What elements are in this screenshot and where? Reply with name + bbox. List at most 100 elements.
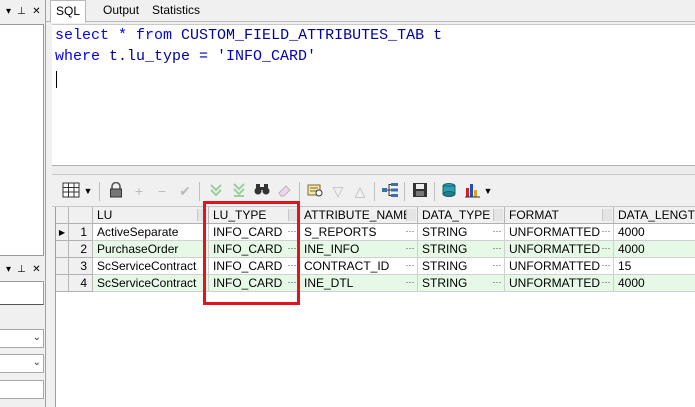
lock-icon[interactable] xyxy=(107,181,125,200)
cell-attribute-name[interactable]: INE_DTL ··· xyxy=(300,275,418,292)
ellipsis-button[interactable]: ··· xyxy=(491,258,503,274)
cell-value: S_REPORTS xyxy=(304,225,377,239)
ellipsis-button[interactable]: ··· xyxy=(491,224,503,240)
cell-data-length[interactable]: 4000 xyxy=(614,241,695,258)
cell-attribute-name[interactable]: CONTRACT_ID ··· xyxy=(300,258,418,275)
chevron-down-icon[interactable]: ▼ xyxy=(83,182,93,200)
ellipsis-button[interactable]: ··· xyxy=(404,224,416,240)
column-header-lu[interactable]: LU xyxy=(93,207,209,224)
pin-icon[interactable]: ⊥ xyxy=(15,263,28,276)
binoculars-icon[interactable] xyxy=(253,182,271,200)
tab-sql[interactable]: SQL xyxy=(50,0,87,23)
ellipsis-button[interactable]: ··· xyxy=(404,258,416,274)
qbe-icon[interactable] xyxy=(306,182,324,200)
chart-icon[interactable] xyxy=(464,182,482,200)
save-icon[interactable] xyxy=(411,182,429,200)
row-indicator xyxy=(56,241,69,258)
ellipsis-button[interactable]: ··· xyxy=(491,241,503,257)
filter-field[interactable] xyxy=(0,380,44,399)
cell-format[interactable]: UNFORMATTED ··· xyxy=(505,224,614,241)
keyword-from: from xyxy=(136,27,173,44)
cell-lu[interactable]: PurchaseOrder xyxy=(93,241,209,258)
cell-data-length[interactable]: 4000 xyxy=(614,275,695,292)
sql-editor[interactable]: select * from CUSTOM_FIELD_ATTRIBUTES_TA… xyxy=(52,24,695,165)
column-header-format[interactable]: FORMAT xyxy=(505,207,614,224)
column-header-attribute-name[interactable]: ATTRIBUTE_NAME xyxy=(300,207,418,224)
object-browser-panel[interactable] xyxy=(0,24,44,256)
toolbar-separator xyxy=(199,182,200,201)
highlight-box xyxy=(203,201,300,305)
tab-statistics[interactable]: Statistics xyxy=(147,0,205,22)
cell-attribute-name[interactable]: S_REPORTS ··· xyxy=(300,224,418,241)
triangle-up-icon[interactable]: △ xyxy=(351,182,369,200)
table-row[interactable]: ▶ 1 ActiveSeparate INFO_CARD ··· S_REPORT… xyxy=(56,224,695,241)
string-literal: 'INFO_CARD' xyxy=(217,48,317,65)
ellipsis-button[interactable]: ··· xyxy=(600,241,612,257)
cell-value: UNFORMATTED xyxy=(509,259,601,273)
editor-line-2: where t.lu_type = 'INFO_CARD' xyxy=(55,48,316,65)
cell-data-type[interactable]: STRING ··· xyxy=(418,224,505,241)
window-list-panel[interactable] xyxy=(0,281,44,305)
tree-icon[interactable] xyxy=(381,182,399,200)
filter-dropdown[interactable]: ⌄ xyxy=(0,329,44,348)
fetch-last-icon[interactable] xyxy=(230,182,248,200)
cell-lu[interactable]: ActiveSeparate xyxy=(93,224,209,241)
table-row[interactable]: 3 ScServiceContract INFO_CARD ··· CONTRAC… xyxy=(56,258,695,275)
column-header-label: DATA_LENGTH xyxy=(618,208,695,222)
splitter[interactable] xyxy=(52,165,695,175)
ellipsis-button[interactable]: ··· xyxy=(491,275,503,291)
row-number: 1 xyxy=(69,224,93,241)
cell-format[interactable]: UNFORMATTED ··· xyxy=(505,275,614,292)
toolbar-separator xyxy=(404,182,405,201)
cell-attribute-name[interactable]: INE_INFO ··· xyxy=(300,241,418,258)
cell-value: INE_INFO xyxy=(304,242,360,256)
column-header-data-length[interactable]: DATA_LENGTH xyxy=(614,207,695,224)
cell-lu[interactable]: ScServiceContract xyxy=(93,258,209,275)
pin-icon[interactable]: ⊥ xyxy=(15,5,28,18)
dropdown-icon[interactable]: ▾ xyxy=(2,5,15,18)
minus-icon[interactable]: − xyxy=(153,182,171,200)
sort-handle-icon[interactable] xyxy=(493,209,503,221)
cell-value: INE_DTL xyxy=(304,276,354,290)
cell-data-type[interactable]: STRING ··· xyxy=(418,275,505,292)
row-indicator xyxy=(56,275,69,292)
row-number: 3 xyxy=(69,258,93,275)
check-icon[interactable]: ✔ xyxy=(176,182,194,200)
sort-handle-icon[interactable] xyxy=(406,209,416,221)
current-row-indicator-icon: ▶ xyxy=(56,224,69,241)
result-grid: LU LU_TYPE ATTRIBUTE_NAME DATA_TYPE FORM… xyxy=(55,207,695,407)
close-icon[interactable]: ✕ xyxy=(30,263,43,276)
eraser-icon[interactable] xyxy=(276,182,294,200)
grid-icon[interactable] xyxy=(60,182,82,200)
export-icon[interactable] xyxy=(441,182,459,200)
ellipsis-button[interactable]: ··· xyxy=(404,241,416,257)
toolbar-separator xyxy=(99,182,100,201)
table-alias: t xyxy=(424,27,443,44)
column-header-data-type[interactable]: DATA_TYPE xyxy=(418,207,505,224)
close-icon[interactable]: ✕ xyxy=(30,5,43,18)
filter-dropdown[interactable]: ⌄ xyxy=(0,354,44,373)
row-number: 2 xyxy=(69,241,93,258)
cell-data-length[interactable]: 4000 xyxy=(614,224,695,241)
table-row[interactable]: 4 ScServiceContract INFO_CARD ··· INE_DTL… xyxy=(56,275,695,292)
plus-icon[interactable]: + xyxy=(130,182,148,200)
filter-icon[interactable]: ▽ xyxy=(329,182,347,200)
ellipsis-button[interactable]: ··· xyxy=(600,224,612,240)
sort-handle-icon[interactable] xyxy=(602,209,612,221)
chevron-down-icon[interactable]: ▼ xyxy=(483,182,493,200)
ellipsis-button[interactable]: ··· xyxy=(600,258,612,274)
cell-format[interactable]: UNFORMATTED ··· xyxy=(505,258,614,275)
ellipsis-button[interactable]: ··· xyxy=(404,275,416,291)
dropdown-icon[interactable]: ▾ xyxy=(2,263,15,276)
column-header-label: ATTRIBUTE_NAME xyxy=(304,208,412,222)
cell-value: STRING xyxy=(422,242,468,256)
fetch-next-icon[interactable] xyxy=(207,182,225,200)
cell-data-length[interactable]: 15 xyxy=(614,258,695,275)
ellipsis-button[interactable]: ··· xyxy=(600,275,612,291)
cell-data-type[interactable]: STRING ··· xyxy=(418,258,505,275)
tab-output[interactable]: Output xyxy=(98,0,144,22)
cell-lu[interactable]: ScServiceContract xyxy=(93,275,209,292)
cell-data-type[interactable]: STRING ··· xyxy=(418,241,505,258)
table-row[interactable]: 2 PurchaseOrder INFO_CARD ··· INE_INFO ···… xyxy=(56,241,695,258)
cell-format[interactable]: UNFORMATTED ··· xyxy=(505,241,614,258)
